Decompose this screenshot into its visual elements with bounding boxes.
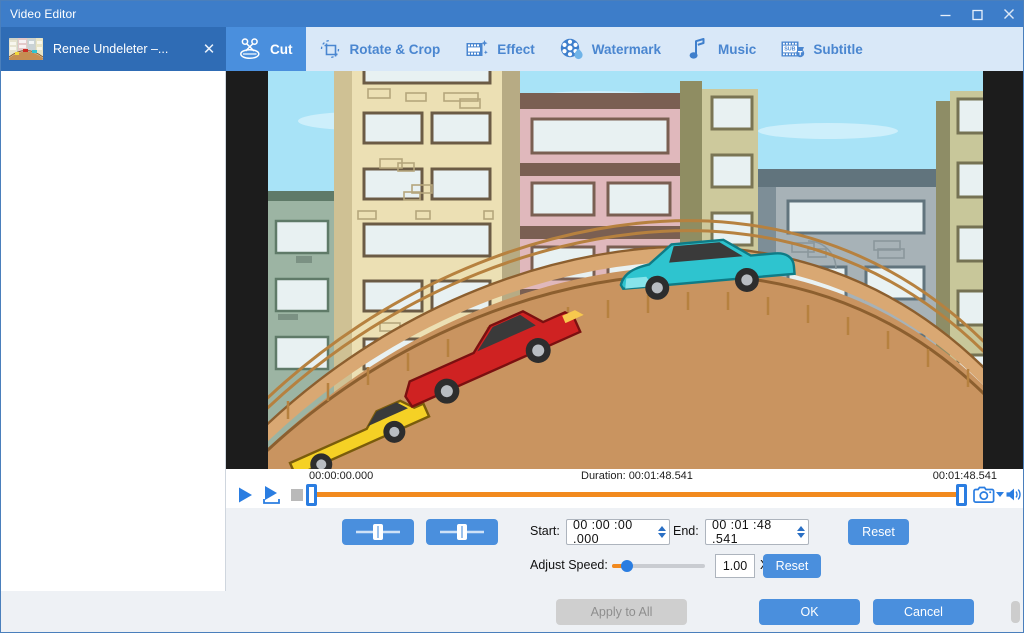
svg-text:SUB: SUB xyxy=(785,47,796,53)
tab-rotate-crop-label: Rotate & Crop xyxy=(349,41,441,57)
set-start-marker-button[interactable] xyxy=(342,519,414,545)
video-thumbnail-icon xyxy=(9,38,43,60)
tab-effect[interactable]: Effect xyxy=(453,27,548,71)
trim-row: Start: 00 :00 :00 .000 End: 00 :01 :48 .… xyxy=(226,518,1023,546)
start-time-input[interactable]: 00 :00 :00 .000 xyxy=(566,518,670,546)
end-time-input[interactable]: 00 :01 :48 .541 xyxy=(705,518,809,546)
scissors-icon xyxy=(237,36,263,62)
set-end-marker-button[interactable] xyxy=(426,519,498,545)
timeline-duration: Duration: 00:01:48.541 xyxy=(581,470,693,482)
tab-watermark[interactable]: Watermark xyxy=(548,27,674,71)
adjust-speed-label: Adjust Speed: xyxy=(530,558,608,572)
timeline-controls xyxy=(226,483,1023,508)
timeline-end-handle[interactable] xyxy=(956,484,967,506)
tab-subtitle-label: Subtitle xyxy=(813,41,863,57)
cut-controls-panel: Start: 00 :00 :00 .000 End: 00 :01 :48 .… xyxy=(226,508,1023,593)
chevron-down-icon[interactable] xyxy=(996,492,1004,497)
reset-time-button[interactable]: Reset xyxy=(848,519,909,545)
stop-icon[interactable] xyxy=(289,485,305,505)
tab-cut-label: Cut xyxy=(270,41,293,57)
tab-effect-label: Effect xyxy=(497,41,535,57)
speed-slider-knob[interactable] xyxy=(621,560,633,572)
timeline-end-time: 00:01:48.541 xyxy=(932,470,997,482)
file-tab[interactable]: Renee Undeleter –... ✕ xyxy=(1,27,226,71)
close-icon[interactable] xyxy=(993,1,1023,27)
rotate-crop-icon xyxy=(317,36,343,62)
tab-subtitle[interactable]: SUB Subtitle xyxy=(769,27,876,71)
ok-button[interactable]: OK xyxy=(759,599,860,625)
speed-slider[interactable] xyxy=(612,560,705,572)
play-icon[interactable] xyxy=(234,485,256,505)
timeline-start-handle[interactable] xyxy=(306,484,317,506)
end-time-label: End: xyxy=(673,524,699,538)
side-panel xyxy=(1,71,226,632)
play-selection-icon[interactable] xyxy=(260,485,284,505)
start-time-value: 00 :00 :00 .000 xyxy=(573,518,633,546)
file-tab-close-icon[interactable]: ✕ xyxy=(200,42,218,57)
tab-cut[interactable]: Cut xyxy=(226,27,306,71)
tab-music[interactable]: Music xyxy=(674,27,769,71)
tab-music-label: Music xyxy=(718,41,757,57)
window-controls xyxy=(929,1,1023,27)
reset-speed-button[interactable]: Reset xyxy=(763,554,821,578)
timeline-bar: 00:00:00.000 Duration: 00:01:48.541 00:0… xyxy=(226,469,1023,508)
speed-value-input[interactable]: 1.00 xyxy=(715,554,755,578)
start-time-label: Start: xyxy=(530,524,560,538)
tab-watermark-label: Watermark xyxy=(591,41,662,57)
film-droplet-icon xyxy=(559,36,585,62)
dialog-footer: Apply to All OK Cancel xyxy=(1,591,1023,632)
window-title: Video Editor xyxy=(10,7,77,21)
tab-rotate-crop[interactable]: Rotate & Crop xyxy=(306,27,454,71)
scrollbar-thumb[interactable] xyxy=(1011,601,1020,623)
tab-row: Renee Undeleter –... ✕ Cut Rotate & Crop… xyxy=(1,27,1023,71)
subtitle-icon: SUB xyxy=(780,36,806,62)
start-time-stepper[interactable] xyxy=(658,526,666,538)
volume-icon[interactable] xyxy=(1005,486,1022,503)
maximize-icon[interactable] xyxy=(961,1,993,27)
timeline-start-time: 00:00:00.000 xyxy=(309,470,374,482)
video-preview[interactable] xyxy=(226,71,1023,469)
music-note-icon xyxy=(685,36,711,62)
timeline-time-labels: 00:00:00.000 Duration: 00:01:48.541 00:0… xyxy=(226,469,1023,484)
cancel-button[interactable]: Cancel xyxy=(873,599,974,625)
editor-toolbar: Cut Rotate & Crop Effect Watermark Music… xyxy=(226,27,1023,71)
speed-row: Adjust Speed: 1.00 X Reset xyxy=(226,554,1023,578)
end-time-value: 00 :01 :48 .541 xyxy=(712,518,772,546)
file-tab-label: Renee Undeleter –... xyxy=(53,42,169,56)
title-bar: Video Editor xyxy=(1,1,1023,27)
film-sparkle-icon xyxy=(464,36,490,62)
minimize-icon[interactable] xyxy=(929,1,961,27)
video-editor-window: Video Editor Renee Undeleter –... ✕ Cut … xyxy=(0,0,1024,633)
timeline-track[interactable] xyxy=(313,492,958,497)
camera-icon[interactable] xyxy=(973,485,995,505)
apply-to-all-button[interactable]: Apply to All xyxy=(556,599,687,625)
end-time-stepper[interactable] xyxy=(797,526,805,538)
